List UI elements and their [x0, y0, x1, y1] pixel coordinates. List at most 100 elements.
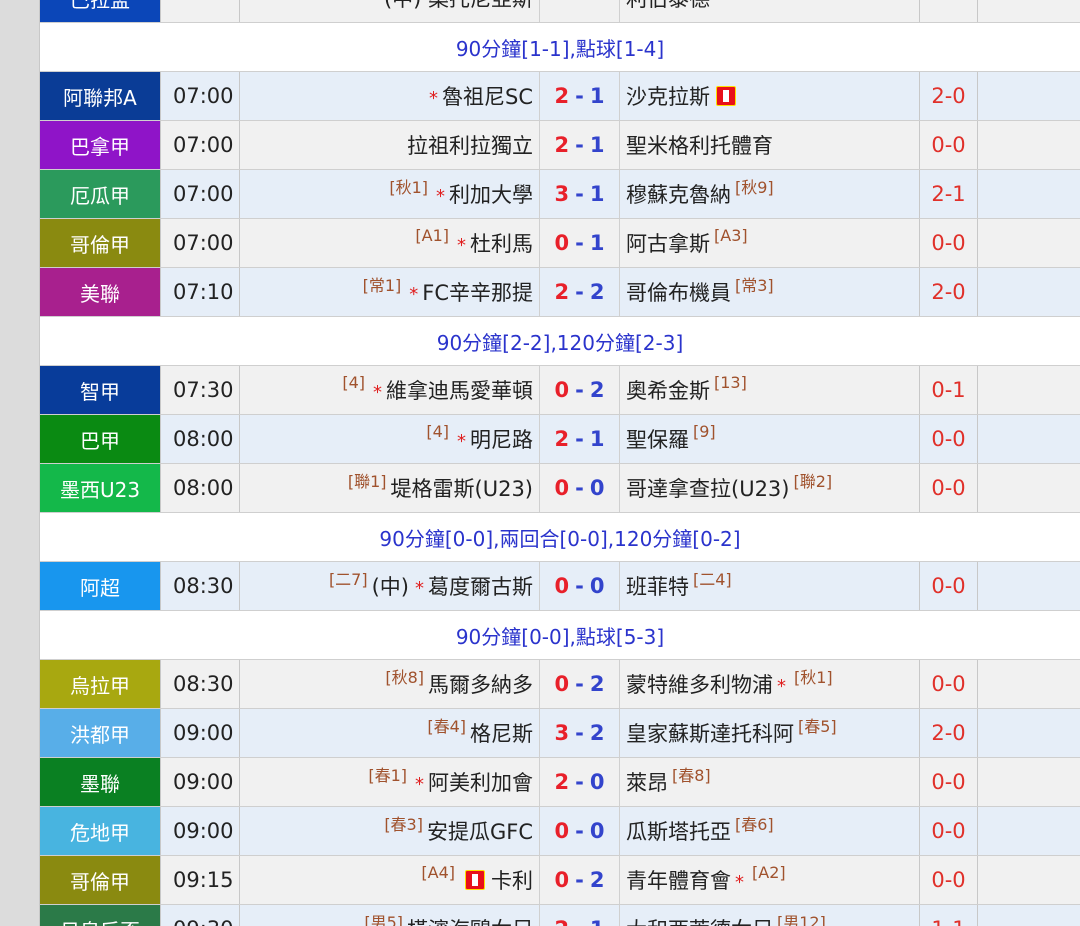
match-row[interactable]: 危地甲 09:00 [春3] 安提瓜GFC 0 - 0 瓜斯塔托亞 [春6] 0…: [40, 807, 1080, 856]
league-badge[interactable]: 危地甲: [40, 807, 160, 855]
score-cell[interactable]: 2 - 2: [540, 268, 620, 316]
away-team-cell[interactable]: 萊昂 [春8]: [620, 758, 920, 806]
home-team-cell[interactable]: [聯1] 堤格雷斯(U23): [240, 464, 540, 512]
extra-cell[interactable]: [978, 807, 1080, 855]
away-team-cell[interactable]: 沙克拉斯: [620, 72, 920, 120]
home-team-cell[interactable]: [秋8] 馬爾多納多: [240, 660, 540, 708]
away-team-cell[interactable]: 聖保羅 [9]: [620, 415, 920, 463]
match-row[interactable]: 美聯 07:10 [常1] * FC辛辛那提 2 - 2 哥倫布機員 [常3] …: [40, 268, 1080, 317]
away-team-cell[interactable]: 哥倫布機員 [常3]: [620, 268, 920, 316]
league-badge[interactable]: 智甲: [40, 366, 160, 414]
extra-cell[interactable]: [978, 415, 1080, 463]
league-badge[interactable]: 墨西U23: [40, 464, 160, 512]
league-badge[interactable]: 烏拉甲: [40, 660, 160, 708]
league-badge[interactable]: 哥倫甲: [40, 856, 160, 904]
home-rank: [聯1]: [347, 472, 387, 491]
score-cell[interactable]: 2 - 0: [540, 758, 620, 806]
home-team-cell[interactable]: [春4] 格尼斯: [240, 709, 540, 757]
away-team-cell[interactable]: 奧希金斯 [13]: [620, 366, 920, 414]
match-row[interactable]: 洪都甲 09:00 [春4] 格尼斯 3 - 2 皇家蘇斯達托科阿 [春5] 2…: [40, 709, 1080, 758]
extra-cell[interactable]: [978, 562, 1080, 610]
score-cell[interactable]: 2 - 1: [540, 415, 620, 463]
away-team-cell[interactable]: 利伯泰德: [620, 0, 920, 22]
match-row[interactable]: 厄瓜甲 07:00 [秋1] * 利加大學 3 - 1 穆蘇克魯納 [秋9] 2…: [40, 170, 1080, 219]
league-badge[interactable]: 哥倫甲: [40, 219, 160, 267]
away-team-cell[interactable]: 班菲特 [二4]: [620, 562, 920, 610]
extra-cell[interactable]: [978, 905, 1080, 926]
home-team-cell[interactable]: [春3] 安提瓜GFC: [240, 807, 540, 855]
league-badge[interactable]: 厄瓜甲: [40, 170, 160, 218]
extra-cell[interactable]: [978, 660, 1080, 708]
away-team-cell[interactable]: 皇家蘇斯達托科阿 [春5]: [620, 709, 920, 757]
extra-cell[interactable]: [978, 856, 1080, 904]
match-row[interactable]: 巴甲 08:00 [4] * 明尼路 2 - 1 聖保羅 [9] 0-0: [40, 415, 1080, 464]
league-badge[interactable]: 洪都甲: [40, 709, 160, 757]
home-team-cell[interactable]: [男5] 橫濱海鷗女足: [240, 905, 540, 926]
match-row[interactable]: 阿聯邦A 07:00 * 魯祖尼SC 2 - 1 沙克拉斯 2-0: [40, 72, 1080, 121]
score-cell[interactable]: 0 - 1: [540, 219, 620, 267]
away-team-cell[interactable]: 蒙特維多利物浦 * [秋1]: [620, 660, 920, 708]
home-team-cell[interactable]: [常1] * FC辛辛那提: [240, 268, 540, 316]
score-cell[interactable]: 0 - 0: [540, 464, 620, 512]
extra-cell[interactable]: [978, 366, 1080, 414]
match-row[interactable]: 阿超 08:30 [二7] (中) * 葛度爾古斯 0 - 0 班菲特 [二4]…: [40, 562, 1080, 611]
score-cell[interactable]: 0 - 2: [540, 856, 620, 904]
match-row[interactable]: 巴拉盃 (中) 桑托尼亞斯 利伯泰德: [40, 0, 1080, 23]
score-cell[interactable]: 2 - 1: [540, 121, 620, 169]
score-cell[interactable]: 2 - 1: [540, 905, 620, 926]
away-team-cell[interactable]: 瓜斯塔托亞 [春6]: [620, 807, 920, 855]
away-team-cell[interactable]: 哥達拿查拉(U23) [聯2]: [620, 464, 920, 512]
home-team-cell[interactable]: [4] * 維拿迪馬愛華頓: [240, 366, 540, 414]
league-badge[interactable]: 阿聯邦A: [40, 72, 160, 120]
home-team-cell[interactable]: 拉祖利拉獨立: [240, 121, 540, 169]
home-team-cell[interactable]: [二7] (中) * 葛度爾古斯: [240, 562, 540, 610]
match-row[interactable]: 墨西U23 08:00 [聯1] 堤格雷斯(U23) 0 - 0 哥達拿查拉(U…: [40, 464, 1080, 513]
away-team-cell[interactable]: 青年體育會 * [A2]: [620, 856, 920, 904]
league-badge[interactable]: 巴拿甲: [40, 121, 160, 169]
league-badge[interactable]: 阿超: [40, 562, 160, 610]
score-cell[interactable]: 3 - 2: [540, 709, 620, 757]
extra-cell[interactable]: [978, 0, 1080, 22]
home-team-cell[interactable]: [A4] 卡利: [240, 856, 540, 904]
extra-cell[interactable]: [978, 121, 1080, 169]
score-cell[interactable]: [540, 0, 620, 22]
match-row[interactable]: 日皇后盃 09:30 [男5] 橫濱海鷗女足 2 - 1 大和西萊德女足 [男1…: [40, 905, 1080, 926]
match-row[interactable]: 哥倫甲 09:15 [A4] 卡利 0 - 2 青年體育會 * [A2] 0-0: [40, 856, 1080, 905]
score-cell[interactable]: 0 - 2: [540, 366, 620, 414]
home-team-cell[interactable]: [春1] * 阿美利加會: [240, 758, 540, 806]
extra-cell[interactable]: [978, 219, 1080, 267]
away-team-cell[interactable]: 聖米格利托體育: [620, 121, 920, 169]
extra-cell[interactable]: [978, 709, 1080, 757]
extra-cell[interactable]: [978, 464, 1080, 512]
away-team-cell[interactable]: 穆蘇克魯納 [秋9]: [620, 170, 920, 218]
away-team-cell[interactable]: 阿古拿斯 [A3]: [620, 219, 920, 267]
match-row[interactable]: 哥倫甲 07:00 [A1] * 杜利馬 0 - 1 阿古拿斯 [A3] 0-0: [40, 219, 1080, 268]
extra-cell[interactable]: [978, 170, 1080, 218]
score-cell[interactable]: 0 - 0: [540, 562, 620, 610]
league-badge[interactable]: 巴拉盃: [40, 0, 160, 22]
match-row[interactable]: 巴拿甲 07:00 拉祖利拉獨立 2 - 1 聖米格利托體育 0-0: [40, 121, 1080, 170]
match-row[interactable]: 烏拉甲 08:30 [秋8] 馬爾多納多 0 - 2 蒙特維多利物浦 * [秋1…: [40, 660, 1080, 709]
extra-cell[interactable]: [978, 268, 1080, 316]
score-cell[interactable]: 0 - 2: [540, 660, 620, 708]
away-team-cell[interactable]: 大和西萊德女足 [男12]: [620, 905, 920, 926]
match-row[interactable]: 墨聯 09:00 [春1] * 阿美利加會 2 - 0 萊昂 [春8] 0-0: [40, 758, 1080, 807]
league-badge[interactable]: 墨聯: [40, 758, 160, 806]
home-team-cell[interactable]: * 魯祖尼SC: [240, 72, 540, 120]
extra-cell[interactable]: [978, 758, 1080, 806]
league-name: 墨西U23: [59, 477, 141, 502]
home-team-cell[interactable]: [秋1] * 利加大學: [240, 170, 540, 218]
away-score: 1: [589, 84, 605, 108]
league-badge[interactable]: 巴甲: [40, 415, 160, 463]
score-cell[interactable]: 3 - 1: [540, 170, 620, 218]
score-cell[interactable]: 0 - 0: [540, 807, 620, 855]
league-badge[interactable]: 日皇后盃: [40, 905, 160, 926]
home-team-cell[interactable]: (中) 桑托尼亞斯: [240, 0, 540, 22]
league-badge[interactable]: 美聯: [40, 268, 160, 316]
score-cell[interactable]: 2 - 1: [540, 72, 620, 120]
home-team-cell[interactable]: [A1] * 杜利馬: [240, 219, 540, 267]
home-team-cell[interactable]: [4] * 明尼路: [240, 415, 540, 463]
match-note-text: 90分鐘[0-0],兩回合[0-0],120分鐘[0-2]: [379, 526, 741, 551]
match-row[interactable]: 智甲 07:30 [4] * 維拿迪馬愛華頓 0 - 2 奧希金斯 [13] 0…: [40, 366, 1080, 415]
extra-cell[interactable]: [978, 72, 1080, 120]
